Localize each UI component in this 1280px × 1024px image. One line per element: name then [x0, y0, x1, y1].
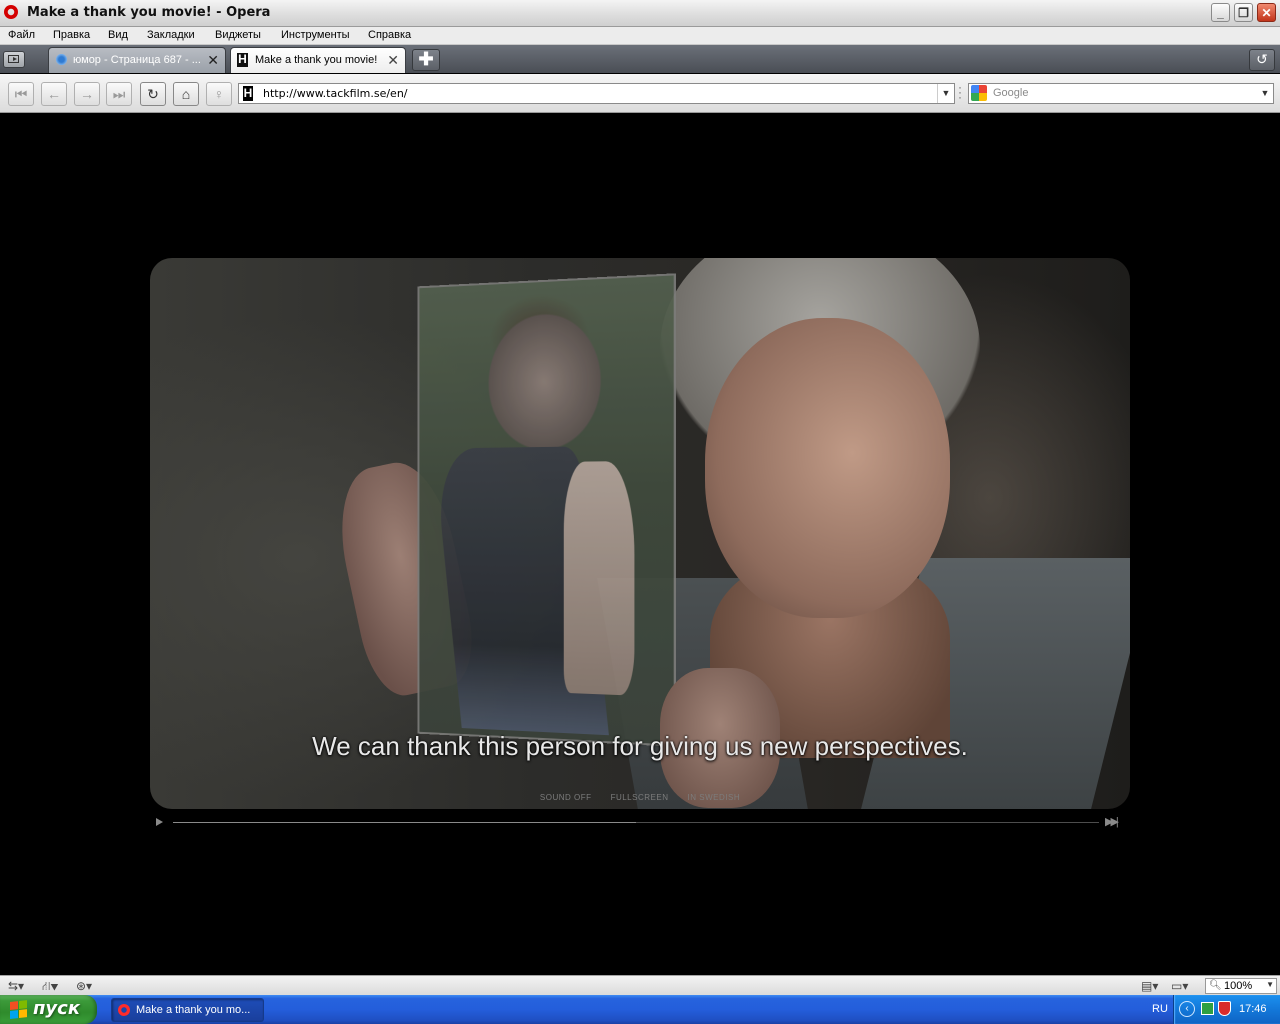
search-resize-grip[interactable]: · · · [958, 81, 962, 103]
google-icon[interactable] [971, 85, 987, 101]
in-swedish-button[interactable]: IN SWEDISH [688, 793, 741, 802]
back-button[interactable]: ← [41, 82, 67, 106]
chevron-down-icon[interactable]: ▼ [937, 84, 954, 103]
menu-widgets[interactable]: Виджеты [215, 29, 261, 41]
minimize-button[interactable]: _ [1211, 3, 1230, 22]
close-tab-icon[interactable]: ✕ [207, 52, 219, 69]
search-input[interactable]: Google ▼ [968, 83, 1274, 104]
menu-bar: Файл Правка Вид Закладки Виджеты Инструм… [0, 27, 1280, 45]
menu-tools[interactable]: Инструменты [281, 29, 350, 41]
close-tab-icon[interactable]: ✕ [387, 52, 399, 69]
taskbar-button-label: Make a thank you mo... [136, 1004, 251, 1016]
network-icon[interactable]: ⛙▾ [42, 979, 59, 995]
chevron-left-icon[interactable]: ‹ [1179, 1001, 1195, 1017]
traffic-icon[interactable]: ⇆▾ [8, 979, 24, 993]
rewind-button[interactable]: ⏮ [8, 82, 34, 106]
url-text[interactable]: http://www.tackfilm.se/en/ [263, 87, 408, 100]
site-h-icon [243, 86, 253, 101]
tab-label: юмор - Страница 687 - ... [73, 54, 201, 66]
page-content: We can thank this person for giving us n… [0, 113, 1280, 975]
fullscreen-button[interactable]: FULLSCREEN [611, 793, 669, 802]
window-title: Make a thank you movie! - Opera [27, 5, 271, 20]
language-indicator[interactable]: RU [1152, 1003, 1168, 1015]
tray-app-icon[interactable] [1201, 1002, 1214, 1015]
windows-logo-icon [10, 1000, 28, 1019]
chevron-down-icon[interactable]: ▼ [1266, 980, 1274, 989]
new-tab-button[interactable]: ✚ [412, 49, 440, 71]
video-progress-fill [173, 822, 636, 823]
tab-thank-you-movie[interactable]: Make a thank you movie! ✕ [230, 47, 406, 73]
status-bar: ⇆▾ ⛙▾ ⊛▾ ▤▾ ▭▾ 🔍︎ 100% ▼ [0, 975, 1280, 996]
restore-button[interactable]: ❐ [1234, 3, 1253, 22]
wand-button[interactable]: ♀ [206, 82, 232, 106]
sound-off-button[interactable]: SOUND OFF [540, 793, 592, 802]
opera-logo-icon [4, 5, 18, 19]
panel-view-icon[interactable]: ▤▾ [1141, 979, 1158, 993]
close-window-button[interactable]: ✕ [1257, 3, 1276, 22]
tab-bar: юмор - Страница 687 - ... ✕ Make a thank… [0, 45, 1280, 73]
tab-label: Make a thank you movie! [255, 54, 378, 66]
video-options: SOUND OFF FULLSCREEN IN SWEDISH [150, 791, 1130, 803]
address-toolbar: ⏮ ← → ⏭ ↻ ⌂ ♀ http://www.tackfilm.se/en/… [0, 74, 1280, 113]
fast-forward-button[interactable]: ⏭ [106, 82, 132, 106]
panel-toggle-button[interactable] [3, 51, 25, 68]
home-button[interactable]: ⌂ [173, 82, 199, 106]
taskbar: пуск Make a thank you mo... RU ‹ 17:46 [0, 995, 1280, 1024]
reload-button[interactable]: ↻ [140, 82, 166, 106]
video-progress-bar[interactable] [173, 822, 1099, 823]
video-subtitle: We can thank this person for giving us n… [312, 731, 968, 761]
zoom-selector[interactable]: 🔍︎ 100% ▼ [1205, 978, 1277, 994]
site-h-icon [237, 52, 248, 67]
photo-figure [563, 461, 635, 696]
window-titlebar[interactable]: Make a thank you movie! - Opera _ ❐ ✕ [0, 0, 1280, 27]
url-field[interactable]: http://www.tackfilm.se/en/ ▼ [238, 83, 955, 104]
menu-view[interactable]: Вид [108, 29, 128, 41]
taskbar-button-opera[interactable]: Make a thank you mo... [111, 998, 264, 1022]
menu-help[interactable]: Справка [368, 29, 411, 41]
system-tray: ‹ 17:46 [1173, 995, 1280, 1024]
start-label: пуск [33, 998, 81, 1019]
zoom-value: 100% [1224, 980, 1253, 992]
closed-tabs-button[interactable]: ↺ [1249, 49, 1275, 71]
play-icon[interactable] [156, 818, 163, 826]
tab-humor[interactable]: юмор - Страница 687 - ... ✕ [48, 47, 226, 73]
unite-icon[interactable]: ⊛▾ [76, 979, 92, 993]
opera-logo-icon [118, 1004, 130, 1016]
menu-file[interactable]: Файл [8, 29, 35, 41]
video-frame-photograph [417, 273, 676, 747]
video-player[interactable]: We can thank this person for giving us n… [150, 258, 1130, 809]
search-placeholder: Google [993, 87, 1029, 99]
menu-bookmarks[interactable]: Закладки [147, 29, 195, 41]
skip-to-end-icon[interactable]: ▶▶| [1105, 815, 1119, 828]
chevron-down-icon[interactable]: ▼ [1257, 84, 1273, 103]
security-shield-icon[interactable] [1218, 1001, 1231, 1016]
magnifier-icon: 🔍︎ [1209, 980, 1222, 991]
forward-button[interactable]: → [74, 82, 100, 106]
video-frame-face [705, 318, 950, 618]
image-view-icon[interactable]: ▭▾ [1171, 979, 1188, 993]
clock[interactable]: 17:46 [1239, 1003, 1267, 1015]
globe-icon [55, 53, 68, 66]
start-button[interactable]: пуск [0, 995, 97, 1024]
menu-edit[interactable]: Правка [53, 29, 90, 41]
